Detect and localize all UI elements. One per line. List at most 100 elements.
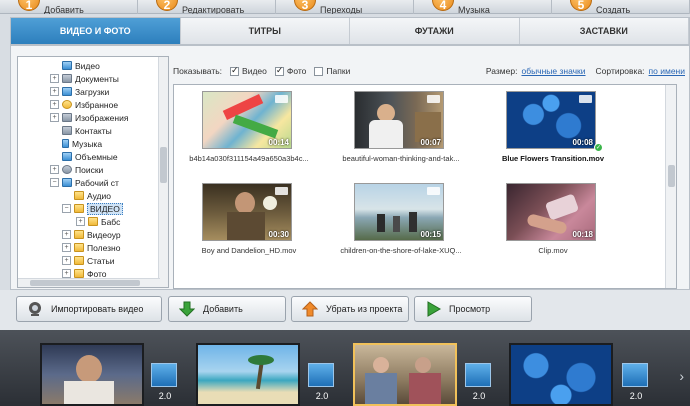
expand-icon[interactable]: + — [62, 269, 71, 278]
tab-footage[interactable]: ФУТАЖИ — [350, 18, 520, 44]
transition-slot[interactable]: 2.0 — [308, 363, 336, 405]
expand-icon[interactable]: + — [50, 165, 59, 174]
tree-item-articles[interactable]: + Статьи — [62, 254, 115, 267]
tree-item-3d-objects[interactable]: Объемные — [62, 150, 118, 163]
expand-icon[interactable]: + — [50, 113, 59, 122]
button-label: Просмотр — [449, 304, 491, 314]
transition-duration: 2.0 — [315, 391, 329, 401]
collapse-icon[interactable]: − — [50, 178, 59, 187]
transition-duration: 2.0 — [629, 391, 643, 401]
folders-checkbox-label: Папки — [326, 66, 351, 76]
music-icon — [62, 139, 69, 148]
expand-icon[interactable]: + — [62, 243, 71, 252]
duration-label: 00:14 — [268, 138, 289, 147]
duration-label: 00:18 — [572, 230, 593, 239]
down-arrow-icon — [179, 301, 195, 317]
filter-bar: Показывать: Видео Фото Папки Размер: обы… — [173, 64, 685, 78]
folders-checkbox[interactable] — [314, 66, 324, 76]
collapse-icon[interactable]: − — [62, 204, 71, 213]
tree-item-documents[interactable]: + Документы — [50, 72, 119, 85]
chevron-right-icon[interactable]: › — [679, 368, 684, 384]
media-item[interactable]: 00:14 b4b14a030f311154a49a650a3b4c... — [174, 85, 324, 169]
transition-icon — [308, 363, 334, 387]
step-create[interactable]: 5 Создать — [552, 0, 690, 14]
timeline-clip[interactable] — [196, 343, 300, 406]
transition-slot[interactable]: 2.0 — [151, 363, 179, 405]
grid-vertical-scrollbar[interactable] — [665, 85, 676, 288]
scrollbar-thumb[interactable] — [30, 280, 140, 286]
file-name: beautiful-woman-thinking-and-tak... — [342, 154, 460, 163]
media-item[interactable]: 00:15 children-on-the-shore-of-lake-XUQ.… — [326, 177, 476, 261]
tab-intros[interactable]: ЗАСТАВКИ — [520, 18, 689, 44]
photo-checkbox[interactable] — [274, 65, 284, 76]
transition-icon — [465, 363, 491, 387]
import-video-button[interactable]: Импортировать видео — [16, 296, 162, 322]
video-checkbox[interactable] — [230, 65, 240, 76]
expand-icon[interactable]: + — [50, 87, 59, 96]
step-number-badge: 5 — [570, 0, 592, 12]
tree-item-useful[interactable]: + Полезно — [62, 241, 120, 254]
video-camera-icon — [275, 187, 288, 195]
expand-icon[interactable]: + — [50, 74, 59, 83]
star-icon — [62, 100, 72, 109]
tree-item-video-selected[interactable]: − ВИДЕО — [62, 202, 123, 215]
photo-checkbox-label: Фото — [286, 66, 307, 76]
added-check-icon: ✓ — [594, 143, 603, 152]
file-name: Blue Flowers Transition.mov — [501, 154, 605, 163]
step-music[interactable]: 4 Музыка — [414, 0, 552, 14]
file-name: children-on-the-shore-of-lake-XUQ... — [340, 246, 462, 255]
tab-titles[interactable]: ТИТРЫ — [181, 18, 350, 44]
remove-from-project-button[interactable]: Убрать из проекта — [291, 296, 409, 322]
preview-button[interactable]: Просмотр — [414, 296, 532, 322]
media-item[interactable]: 00:08 ✓ Blue Flowers Transition.mov — [478, 85, 628, 169]
video-thumbnail: 00:18 — [506, 183, 596, 241]
tree-item-desktop[interactable]: − Рабочий ст — [50, 176, 119, 189]
transition-slot[interactable]: 2.0 — [622, 363, 650, 405]
transition-slot[interactable]: 2.0 — [465, 363, 493, 405]
tree-item-label: Загрузки — [75, 86, 110, 97]
timeline-clip[interactable] — [509, 343, 613, 406]
add-button[interactable]: Добавить — [168, 296, 286, 322]
tree-item-images[interactable]: + Изображения — [50, 111, 128, 124]
expand-icon[interactable]: + — [62, 230, 71, 239]
media-item[interactable]: 00:07 beautiful-woman-thinking-and-tak..… — [326, 85, 476, 169]
expand-icon[interactable]: + — [76, 217, 85, 226]
sort-label: Сортировка: — [595, 66, 645, 76]
tree-item-searches[interactable]: + Поиски — [50, 163, 103, 176]
transition-icon — [622, 363, 648, 387]
video-thumbnail: 00:08 — [506, 91, 596, 149]
timeline-clip[interactable] — [40, 343, 144, 406]
video-thumbnail: 00:07 — [354, 91, 444, 149]
images-folder-icon — [62, 113, 72, 122]
sort-link[interactable]: по имени — [649, 66, 685, 76]
contacts-icon — [62, 126, 72, 135]
timeline-clip-selected[interactable] — [353, 343, 457, 406]
media-item[interactable]: 00:30 Boy and Dandelion_HD.mov — [174, 177, 324, 261]
tab-video-photo[interactable]: ВИДЕО И ФОТО — [11, 18, 181, 44]
tree-item-video[interactable]: Видео — [62, 59, 100, 72]
tree-item-audio[interactable]: Аудио — [74, 189, 111, 202]
expand-icon[interactable]: + — [62, 256, 71, 265]
tree-item-label: Рабочий ст — [75, 177, 119, 188]
tree-item-video-lessons[interactable]: + Видеоур — [62, 228, 121, 241]
tree-item-music[interactable]: Музыка — [62, 137, 102, 150]
tree-vertical-scrollbar[interactable] — [158, 57, 168, 287]
tree-item-contacts[interactable]: Контакты — [62, 124, 112, 137]
media-item[interactable]: 00:18 Clip.mov — [478, 177, 628, 261]
play-icon — [427, 301, 441, 317]
tree-item-babs[interactable]: + Бабс — [76, 215, 120, 228]
step-add[interactable]: 1 Добавить — [0, 0, 138, 14]
expand-icon[interactable]: + — [50, 100, 59, 109]
scrollbar-thumb[interactable] — [160, 147, 167, 183]
video-thumbnail: 00:15 — [354, 183, 444, 241]
file-name: Boy and Dandelion_HD.mov — [201, 246, 297, 255]
scrollbar-thumb[interactable] — [668, 165, 675, 187]
size-link[interactable]: обычные значки — [521, 66, 585, 76]
tree-horizontal-scrollbar[interactable] — [18, 278, 160, 287]
step-label: Переходы — [320, 5, 363, 14]
step-edit[interactable]: 2 Редактировать — [138, 0, 276, 14]
tree-item-downloads[interactable]: + Загрузки — [50, 85, 109, 98]
button-label: Добавить — [203, 304, 243, 314]
tree-item-favorites[interactable]: + Избранное — [50, 98, 118, 111]
step-transitions[interactable]: 3 Переходы — [276, 0, 414, 14]
